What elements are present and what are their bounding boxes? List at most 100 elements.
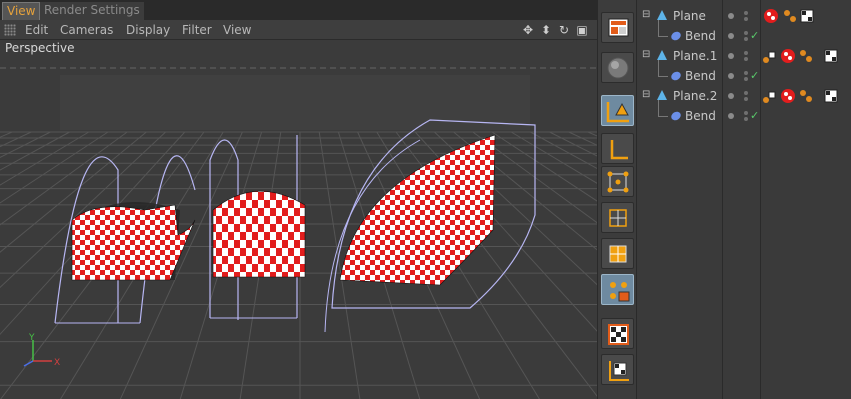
axis-gizmo: Y X bbox=[23, 333, 60, 368]
object-name[interactable]: Plane.1 bbox=[673, 48, 717, 64]
collapse-toggle-icon[interactable]: ⊟ bbox=[642, 9, 650, 20]
object-name[interactable]: Bend bbox=[685, 68, 716, 84]
collapse-toggle-icon[interactable]: ⊟ bbox=[642, 89, 650, 100]
menu-view[interactable]: View bbox=[223, 21, 251, 39]
render-visibility-dot[interactable] bbox=[744, 77, 748, 81]
uvw-tag-icon[interactable] bbox=[762, 50, 776, 64]
uvw-tag-icon[interactable] bbox=[762, 90, 776, 104]
grid-line bbox=[0, 131, 32, 148]
bend-deformer-icon bbox=[671, 111, 681, 121]
material-checker-sphere-icon[interactable] bbox=[763, 8, 779, 24]
object-row-plane-2[interactable]: ⊟ Plane.2 bbox=[638, 86, 851, 106]
points-mode-icon bbox=[607, 171, 629, 193]
viewport-scene: Y X bbox=[0, 67, 597, 399]
editor-visibility-dot[interactable] bbox=[728, 13, 734, 19]
editor-visibility-dot[interactable] bbox=[728, 113, 734, 119]
tag-dot-icon[interactable] bbox=[784, 10, 790, 16]
render-visibility-dot[interactable] bbox=[744, 31, 748, 35]
camera-label[interactable]: Perspective bbox=[3, 41, 77, 55]
bend-deformer-icon bbox=[671, 71, 681, 81]
grid-line bbox=[0, 131, 51, 159]
render-sphere-icon bbox=[607, 57, 629, 79]
material-checker-sphere-icon[interactable] bbox=[780, 48, 796, 64]
move-view-icon[interactable]: ✥ bbox=[521, 23, 535, 37]
object-row-bend[interactable]: Bend ✓ bbox=[638, 20, 851, 46]
grid-line bbox=[568, 131, 597, 146]
tag-dot-icon[interactable] bbox=[800, 90, 806, 96]
object-name[interactable]: Bend bbox=[685, 28, 716, 44]
workplane-icon bbox=[609, 361, 629, 381]
render-visibility-dot[interactable] bbox=[744, 51, 748, 55]
enabled-check-icon[interactable]: ✓ bbox=[750, 69, 759, 82]
model-mode-button[interactable] bbox=[601, 95, 634, 126]
points-mode-button[interactable] bbox=[601, 166, 634, 197]
object-mode-button[interactable] bbox=[601, 274, 634, 305]
model-mode-icon bbox=[606, 102, 629, 123]
texture-tag-icon[interactable] bbox=[800, 9, 814, 23]
layout-button[interactable] bbox=[601, 12, 634, 43]
texture-mode-button[interactable] bbox=[601, 318, 634, 349]
edges-mode-button[interactable] bbox=[601, 202, 634, 233]
axis-mode-button[interactable] bbox=[601, 133, 634, 164]
enabled-check-icon[interactable]: ✓ bbox=[750, 109, 759, 122]
render-view-button[interactable] bbox=[601, 52, 634, 83]
object-row-plane[interactable]: ⊟ Plane bbox=[638, 6, 851, 26]
dolly-icon[interactable]: ⬍ bbox=[539, 23, 553, 37]
grid-line bbox=[530, 131, 597, 170]
object-name[interactable]: Plane bbox=[673, 8, 706, 24]
editor-visibility-dot[interactable] bbox=[728, 73, 734, 79]
tag-dot-icon[interactable] bbox=[790, 16, 796, 22]
object-row-bend[interactable]: Bend ✓ bbox=[638, 100, 851, 126]
polygons-mode-icon bbox=[609, 245, 627, 263]
material-checker-sphere-icon[interactable] bbox=[780, 88, 796, 104]
tag-dot-icon[interactable] bbox=[806, 56, 812, 62]
polygons-mode-button[interactable] bbox=[601, 238, 634, 269]
object-name[interactable]: Plane.2 bbox=[673, 88, 717, 104]
object-row-bend[interactable]: Bend ✓ bbox=[638, 60, 851, 86]
viewport-menu-bar: Edit Cameras Display Filter View ✥ ⬍ ↻ ▣ bbox=[0, 20, 597, 40]
grid-line bbox=[587, 131, 597, 137]
axis-mode-icon bbox=[610, 140, 628, 160]
texture-tag-icon[interactable] bbox=[824, 49, 838, 63]
grid-line bbox=[549, 131, 597, 157]
render-visibility-dot[interactable] bbox=[744, 111, 748, 115]
render-visibility-dot[interactable] bbox=[744, 37, 748, 41]
render-visibility-dot[interactable] bbox=[744, 57, 748, 61]
enabled-check-icon[interactable]: ✓ bbox=[750, 29, 759, 42]
render-visibility-dot[interactable] bbox=[744, 97, 748, 101]
tag-dot-icon[interactable] bbox=[800, 50, 806, 56]
menu-cameras[interactable]: Cameras bbox=[60, 21, 113, 39]
edges-mode-icon bbox=[609, 209, 627, 227]
editor-visibility-dot[interactable] bbox=[728, 93, 734, 99]
texture-mode-icon bbox=[608, 324, 629, 345]
axis-x-label: X bbox=[54, 358, 60, 368]
object-manager: ⊟ Plane Bend ✓ ⊟ Plane.1 Bend ✓ ⊟ Plane.… bbox=[638, 0, 851, 399]
menu-grip-icon[interactable] bbox=[4, 24, 16, 36]
tag-dot-icon[interactable] bbox=[806, 96, 812, 102]
plane-bend-object[interactable] bbox=[54, 155, 196, 324]
tab-render-settings[interactable]: Render Settings bbox=[40, 2, 144, 20]
editor-visibility-dot[interactable] bbox=[728, 53, 734, 59]
workplane-button[interactable] bbox=[601, 354, 634, 385]
editor-visibility-dot[interactable] bbox=[728, 33, 734, 39]
menu-filter[interactable]: Filter bbox=[182, 21, 212, 39]
app-window: View Render Settings Edit Cameras Displa… bbox=[0, 0, 851, 399]
render-visibility-dot[interactable] bbox=[744, 17, 748, 21]
render-visibility-dot[interactable] bbox=[744, 71, 748, 75]
collapse-toggle-icon[interactable]: ⊟ bbox=[642, 49, 650, 60]
grid-line bbox=[0, 131, 13, 138]
menu-edit[interactable]: Edit bbox=[25, 21, 48, 39]
plane-1-bend-object[interactable] bbox=[209, 135, 306, 320]
maximize-view-icon[interactable]: ▣ bbox=[575, 23, 589, 37]
object-row-plane-1[interactable]: ⊟ Plane.1 bbox=[638, 46, 851, 66]
3d-viewport[interactable]: Y X Perspective bbox=[0, 40, 597, 399]
tab-view[interactable]: View bbox=[2, 2, 41, 20]
render-visibility-dot[interactable] bbox=[744, 117, 748, 121]
texture-tag-icon[interactable] bbox=[824, 89, 838, 103]
render-visibility-dot[interactable] bbox=[744, 91, 748, 95]
render-visibility-dot[interactable] bbox=[744, 11, 748, 15]
object-name[interactable]: Bend bbox=[685, 108, 716, 124]
rotate-view-icon[interactable]: ↻ bbox=[557, 23, 571, 37]
plane-2-bend-object[interactable] bbox=[324, 119, 536, 333]
menu-display[interactable]: Display bbox=[126, 21, 170, 39]
